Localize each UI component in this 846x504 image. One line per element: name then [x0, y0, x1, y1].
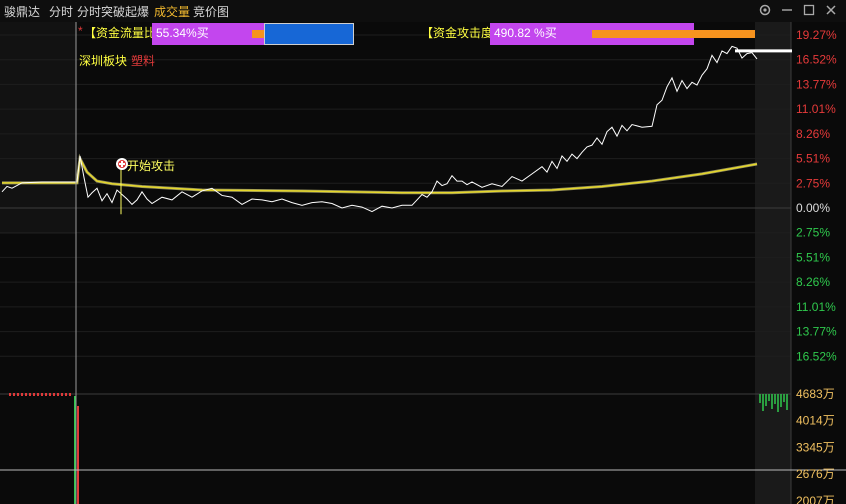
price-axis-label: 19.27% — [796, 28, 837, 42]
attack-value: 490.82 %买 — [494, 26, 557, 40]
price-axis-label: 0.00% — [796, 201, 830, 215]
sector-tag[interactable]: 塑料 — [131, 52, 155, 69]
settings-icon[interactable] — [758, 3, 772, 17]
close-icon[interactable] — [824, 3, 838, 17]
price-axis-label: 5.51% — [796, 152, 830, 166]
attack-bar-orange — [592, 30, 755, 38]
restore-icon[interactable] — [802, 3, 816, 17]
price-axis-label: 5.51% — [796, 250, 830, 264]
price-axis-label: 16.52% — [796, 53, 837, 67]
tab-volume[interactable]: 成交量 — [154, 3, 190, 20]
tab-breakout[interactable]: 分时突破起爆 — [77, 3, 149, 20]
volume-axis-label: 4683万 — [796, 387, 835, 401]
volume-axis-label: 3345万 — [796, 440, 835, 454]
flow-bar-orange — [252, 30, 264, 38]
stock-name-tab[interactable]: 骏鼎达 — [4, 3, 40, 20]
attack-signal-label: 开始攻击 — [127, 159, 176, 173]
tab-intraday[interactable]: 分时 — [49, 3, 73, 20]
sector-label: 深圳板块 — [79, 54, 128, 68]
flow-value-box: 55.34%买 — [152, 23, 264, 45]
volume-axis-label: 4014万 — [796, 414, 835, 428]
price-axis-label: 8.26% — [796, 127, 830, 141]
flow-prefix: * — [78, 24, 83, 38]
tab-auction[interactable]: 竞价图 — [193, 3, 229, 20]
price-axis-label: 13.77% — [796, 77, 837, 91]
price-axis-label: 8.26% — [796, 275, 830, 289]
title-bar: 骏鼎达 分时 分时突破起爆 成交量 竞价图 — [0, 0, 846, 22]
flow-value: 55.34%买 — [156, 26, 209, 40]
price-axis-label: 2.75% — [796, 176, 830, 190]
price-axis-label: 16.52% — [796, 349, 837, 363]
pre-market-area — [0, 22, 76, 234]
minus-icon[interactable] — [780, 3, 794, 17]
volume-axis-label: 2676万 — [796, 467, 835, 481]
price-axis-label: 2.75% — [796, 226, 830, 240]
price-axis-label: 11.01% — [796, 102, 836, 116]
volume-axis-label: 2007万 — [796, 494, 835, 504]
intraday-chart[interactable]: 19.27% 16.52% 13.77% 11.01% 8.26% 5.51% 2.75% 0… — [0, 22, 846, 504]
post-market-area — [755, 22, 791, 504]
price-axis-label: 13.77% — [796, 325, 837, 339]
price-axis-label: 11.01% — [796, 300, 836, 314]
flow-bar-blue — [264, 23, 354, 45]
